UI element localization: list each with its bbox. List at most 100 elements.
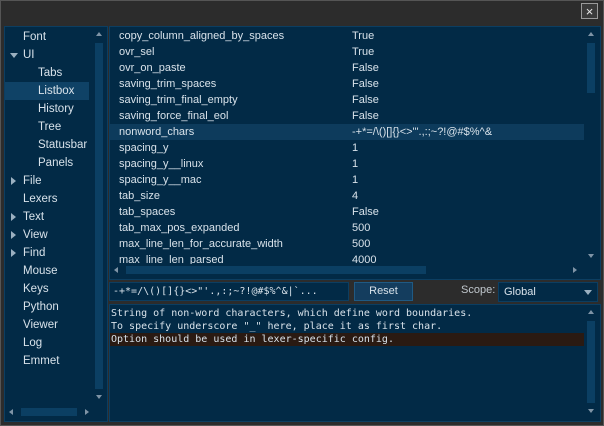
description-vertical-scrollbar[interactable] (584, 305, 598, 419)
expand-arrow-icon[interactable] (11, 177, 16, 185)
option-row[interactable]: saving_trim_final_empty False (110, 92, 584, 108)
scope-select-value: Global (504, 286, 536, 298)
option-row[interactable]: tab_spaces False (110, 204, 584, 220)
option-name: saving_force_final_eol (119, 110, 229, 122)
tree-item-mouse[interactable]: Mouse (5, 262, 91, 280)
tree-item-viewer[interactable]: Viewer (5, 316, 91, 334)
tree-item-label: Log (23, 337, 43, 349)
option-value: False (352, 110, 379, 122)
tree-item-label: Emmet (23, 355, 60, 367)
close-button[interactable]: × (581, 3, 598, 19)
option-value: 1 (352, 174, 359, 186)
tree-item-label: Font (23, 31, 47, 43)
scroll-right-icon[interactable] (85, 409, 89, 415)
scope-select[interactable]: Global (498, 282, 598, 302)
option-row[interactable]: ovr_on_paste False (110, 60, 584, 76)
tree-horizontal-scrollbar[interactable] (5, 405, 93, 419)
option-row[interactable]: saving_trim_spaces False (110, 76, 584, 92)
option-row[interactable]: max_line_len_for_accurate_width 500 (110, 236, 584, 252)
option-row[interactable]: tab_size 4 (110, 188, 584, 204)
tree-item-label: Viewer (23, 319, 58, 331)
collapse-arrow-icon[interactable] (10, 53, 18, 58)
option-row[interactable]: spacing_y__mac 1 (110, 172, 584, 188)
scroll-left-icon[interactable] (9, 409, 13, 415)
option-name: spacing_y__linux (119, 158, 204, 170)
tree-item-font[interactable]: Font (5, 28, 91, 46)
tree-item-label: Find (23, 247, 46, 259)
description-line: To specify underscore "_" here, place it… (111, 321, 443, 332)
expand-arrow-icon[interactable] (11, 231, 16, 239)
scroll-left-icon[interactable] (114, 267, 118, 273)
option-value: 500 (352, 222, 371, 234)
tree-item-statusbar[interactable]: Statusbar (5, 136, 91, 154)
options-list: copy_column_aligned_by_spaces True ovr_sel… (109, 26, 601, 280)
tree-item-label: Mouse (23, 265, 58, 277)
tree-item-tree[interactable]: Tree (5, 118, 91, 136)
options-vertical-scrollbar[interactable] (584, 27, 598, 264)
chevron-down-icon (584, 290, 592, 295)
options-horizontal-scrollbar[interactable] (110, 264, 584, 277)
tree-item-label: Keys (23, 283, 49, 295)
option-name: tab_size (119, 190, 160, 202)
category-tree: Font UI Tabs Listbox History Tree Statusbar Pan… (4, 26, 108, 422)
tree-vertical-scrollbar[interactable] (93, 27, 105, 405)
tree-item-text[interactable]: Text (5, 208, 91, 226)
tree-item-label: Statusbar (38, 139, 88, 151)
tree-item-keys[interactable]: Keys (5, 280, 91, 298)
scroll-down-icon[interactable] (588, 409, 594, 413)
option-name: copy_column_aligned_by_spaces (119, 30, 285, 42)
tree-vscroll-thumb[interactable] (95, 43, 103, 389)
tree-item-view[interactable]: View (5, 226, 91, 244)
expand-arrow-icon[interactable] (11, 213, 16, 221)
tree-hscroll-thumb[interactable] (21, 408, 77, 416)
option-value: 500 (352, 238, 371, 250)
option-value: 1 (352, 158, 359, 170)
tree-item-panels[interactable]: Panels (5, 154, 91, 172)
tree-item-label: History (38, 103, 74, 115)
reset-button[interactable]: Reset (354, 282, 413, 301)
option-value-input[interactable]: -+*=/\()[]{}<>"'.,:;~?!@#$%^&|`... (109, 282, 349, 301)
tree-item-lexers[interactable]: Lexers (5, 190, 91, 208)
options-vscroll-thumb[interactable] (587, 43, 595, 93)
description-vscroll-thumb[interactable] (587, 321, 595, 403)
scroll-up-icon[interactable] (96, 32, 102, 36)
tree-item-find[interactable]: Find (5, 244, 91, 262)
tree-item-emmet[interactable]: Emmet (5, 352, 91, 370)
scroll-up-icon[interactable] (588, 310, 594, 314)
option-name: tab_max_pos_expanded (119, 222, 240, 234)
options-hscroll-thumb[interactable] (126, 266, 426, 274)
scroll-down-icon[interactable] (96, 395, 102, 399)
option-row[interactable]: ovr_sel True (110, 44, 584, 60)
option-row[interactable]: copy_column_aligned_by_spaces True (110, 28, 584, 44)
scroll-right-icon[interactable] (573, 267, 577, 273)
option-name: nonword_chars (119, 126, 195, 138)
tree-item-python[interactable]: Python (5, 298, 91, 316)
description-line: String of non-word characters, which def… (111, 308, 473, 319)
option-row[interactable]: saving_force_final_eol False (110, 108, 584, 124)
tree-item-label: Text (23, 211, 45, 223)
scroll-up-icon[interactable] (588, 32, 594, 36)
tree-item-tabs[interactable]: Tabs (5, 64, 91, 82)
option-name: saving_trim_spaces (119, 78, 217, 90)
tree-item-log[interactable]: Log (5, 334, 91, 352)
option-value: True (352, 46, 375, 58)
expand-arrow-icon[interactable] (11, 249, 16, 257)
option-name: tab_spaces (119, 206, 176, 218)
tree-item-listbox[interactable]: Listbox (5, 82, 89, 100)
option-row[interactable]: spacing_y__linux 1 (110, 156, 584, 172)
option-row[interactable]: spacing_y 1 (110, 140, 584, 156)
option-value: False (352, 78, 379, 90)
option-name: max_line_len_for_accurate_width (119, 238, 283, 250)
tree-item-file[interactable]: File (5, 172, 91, 190)
option-value: 1 (352, 142, 359, 154)
tree-item-ui[interactable]: UI (5, 46, 91, 64)
option-value: -+*=/\()[]{}<>"'.,:;~?!@#$%^& (352, 126, 493, 138)
tree-item-history[interactable]: History (5, 100, 91, 118)
tree-item-label: Panels (38, 157, 74, 169)
scope-label: Scope: (461, 284, 496, 296)
option-row[interactable]: tab_max_pos_expanded 500 (110, 220, 584, 236)
scroll-down-icon[interactable] (588, 254, 594, 258)
option-name: spacing_y__mac (119, 174, 202, 186)
option-row[interactable]: nonword_chars -+*=/\()[]{}<>"'.,:;~?!@#$%… (110, 124, 584, 140)
option-name: ovr_on_paste (119, 62, 186, 74)
